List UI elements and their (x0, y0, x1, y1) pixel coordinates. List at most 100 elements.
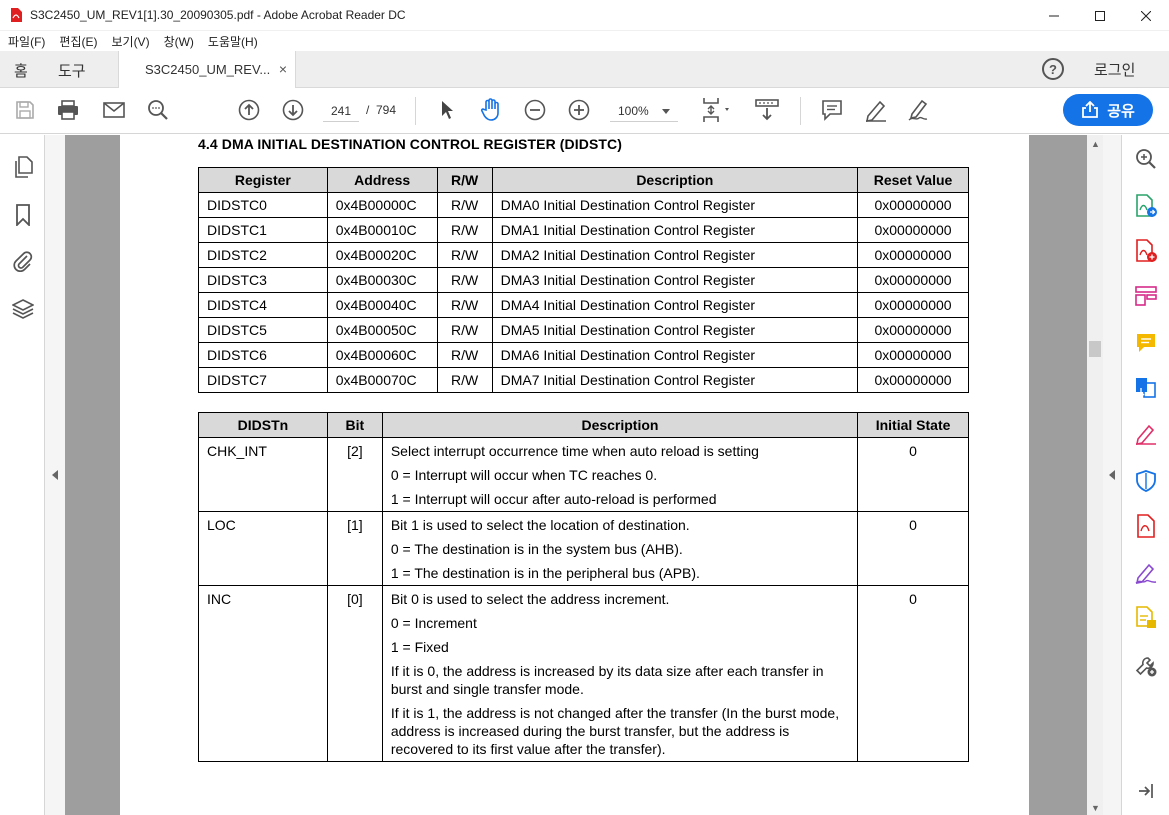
email-button[interactable] (101, 97, 127, 123)
register-row: DIDSTC7 0x4B00070C R/W DMA7 Initial Destina… (198, 367, 969, 393)
zoom-select[interactable]: 100% (610, 100, 678, 122)
find-button[interactable] (145, 97, 171, 123)
menu-view[interactable]: 보기(V) (111, 33, 149, 50)
protect-button[interactable] (1134, 469, 1158, 493)
zoom-in-button[interactable] (566, 97, 592, 123)
share-icon (1082, 101, 1099, 118)
zoom-out-button[interactable] (522, 97, 548, 123)
page-total: 794 (376, 103, 397, 117)
tab-home[interactable]: 홈 (14, 60, 28, 81)
window-close-button[interactable] (1123, 0, 1169, 31)
print-button[interactable] (55, 97, 81, 123)
pages-icon (15, 156, 33, 178)
printer-icon (58, 100, 78, 120)
tab-document[interactable]: S3C2450_UM_REV... × (118, 51, 296, 88)
comment-button[interactable] (819, 97, 845, 123)
right-pane-toggle[interactable] (1103, 135, 1121, 815)
combine-files-button[interactable] (1134, 376, 1158, 400)
send-for-review-button[interactable] (1134, 606, 1158, 630)
fill-sign-button[interactable] (1134, 422, 1158, 446)
save-button[interactable] (12, 97, 38, 123)
create-pdf-button[interactable] (1134, 239, 1158, 263)
maximize-icon (1095, 10, 1105, 21)
column-header: DIDSTn (198, 412, 328, 438)
zoom-value: 100% (618, 104, 649, 118)
menu-file[interactable]: 파일(F) (8, 33, 45, 50)
login-button[interactable]: 로그인 (1094, 59, 1135, 80)
table-cell: R/W (436, 217, 493, 243)
register-row: DIDSTC4 0x4B00040C R/W DMA4 Initial Destina… (198, 292, 969, 318)
search-tools-button[interactable] (1134, 147, 1158, 171)
menu-help[interactable]: 도움말(H) (208, 33, 258, 50)
tab-close-icon[interactable]: × (279, 61, 287, 77)
paperclip-icon (13, 251, 33, 272)
left-pane-toggle[interactable] (45, 135, 65, 815)
column-header: Description (491, 167, 859, 193)
help-button[interactable]: ? (1042, 58, 1064, 80)
acrobat-pdf-icon (10, 8, 22, 22)
export-pdf-button[interactable] (1134, 194, 1158, 218)
column-header: Bit (326, 412, 383, 438)
layers-button[interactable] (11, 297, 35, 321)
next-page-button[interactable] (280, 97, 306, 123)
table-cell: R/W (436, 292, 493, 318)
hand-icon (480, 98, 499, 121)
description-line: 0 = Increment (390, 615, 477, 631)
table-cell: DMA0 Initial Destination Control Registe… (491, 192, 859, 218)
scroll-mode-button[interactable] (752, 97, 782, 123)
table-cell: R/W (436, 367, 493, 393)
tab-tools[interactable]: 도구 (58, 60, 86, 81)
comment-tool-button[interactable] (1134, 331, 1158, 355)
share-button[interactable]: 공유 (1063, 94, 1153, 126)
table-cell: 0x00000000 (857, 192, 969, 218)
collapse-tools-button[interactable] (1134, 779, 1158, 803)
table-cell: 0x00000000 (857, 342, 969, 368)
acrobat-pdf-button[interactable] (1134, 514, 1158, 538)
cursor-arrow-icon (442, 101, 453, 119)
pdf-file-icon (1137, 514, 1155, 538)
chevron-left-icon (52, 470, 58, 480)
field-bit: [0] (326, 585, 383, 762)
sign-button[interactable] (907, 97, 933, 123)
column-header: Reset Value (857, 167, 969, 193)
page-thumbnails-button[interactable] (11, 155, 35, 179)
scrollbar-thumb[interactable] (1089, 341, 1101, 357)
vertical-scrollbar[interactable]: ▲ ▼ (1087, 135, 1103, 815)
edit-pdf-button[interactable] (1134, 284, 1158, 308)
toolbar-divider (800, 97, 801, 125)
window-title: S3C2450_UM_REV1[1].30_20090305.pdf - Ado… (30, 8, 406, 22)
attachments-button[interactable] (11, 249, 35, 273)
more-tools-button[interactable] (1134, 654, 1158, 678)
field-initial-state: 0 (857, 585, 969, 762)
bit-field-table: DIDSTn Bit Description Initial State CHK… (198, 412, 969, 762)
edit-pdf-icon (1135, 286, 1157, 306)
comment-tool-icon (1137, 334, 1155, 352)
column-header: Description (381, 412, 859, 438)
bookmarks-button[interactable] (11, 203, 35, 227)
hand-tool-button[interactable] (478, 97, 504, 123)
save-icon (16, 101, 34, 119)
scroll-mode-icon (755, 99, 779, 121)
table-cell: DMA6 Initial Destination Control Registe… (491, 342, 859, 368)
request-signature-button[interactable] (1134, 561, 1158, 585)
description-line: 0 = The destination is in the system bus… (390, 541, 683, 557)
scroll-up-icon[interactable]: ▲ (1091, 139, 1100, 149)
page-number-input[interactable]: 241 (323, 100, 359, 122)
plus-circle-icon (568, 99, 590, 121)
combine-files-icon (1136, 378, 1156, 398)
previous-page-button[interactable] (236, 97, 262, 123)
minimize-button[interactable] (1031, 0, 1077, 31)
menu-edit[interactable]: 편집(E) (59, 33, 97, 50)
minus-circle-icon (524, 99, 546, 121)
scroll-down-icon[interactable]: ▼ (1091, 803, 1100, 813)
menu-window[interactable]: 창(W) (164, 33, 194, 50)
title-bar: S3C2450_UM_REV1[1].30_20090305.pdf - Ado… (0, 0, 1169, 31)
table-cell: R/W (436, 342, 493, 368)
field-initial-state: 0 (857, 511, 969, 586)
highlight-button[interactable] (863, 97, 889, 123)
table-cell: DIDSTC0 (198, 192, 328, 218)
page-fit-button[interactable] (697, 97, 737, 123)
maximize-button[interactable] (1077, 0, 1123, 31)
table-cell: DIDSTC6 (198, 342, 328, 368)
select-tool-button[interactable] (434, 97, 460, 123)
